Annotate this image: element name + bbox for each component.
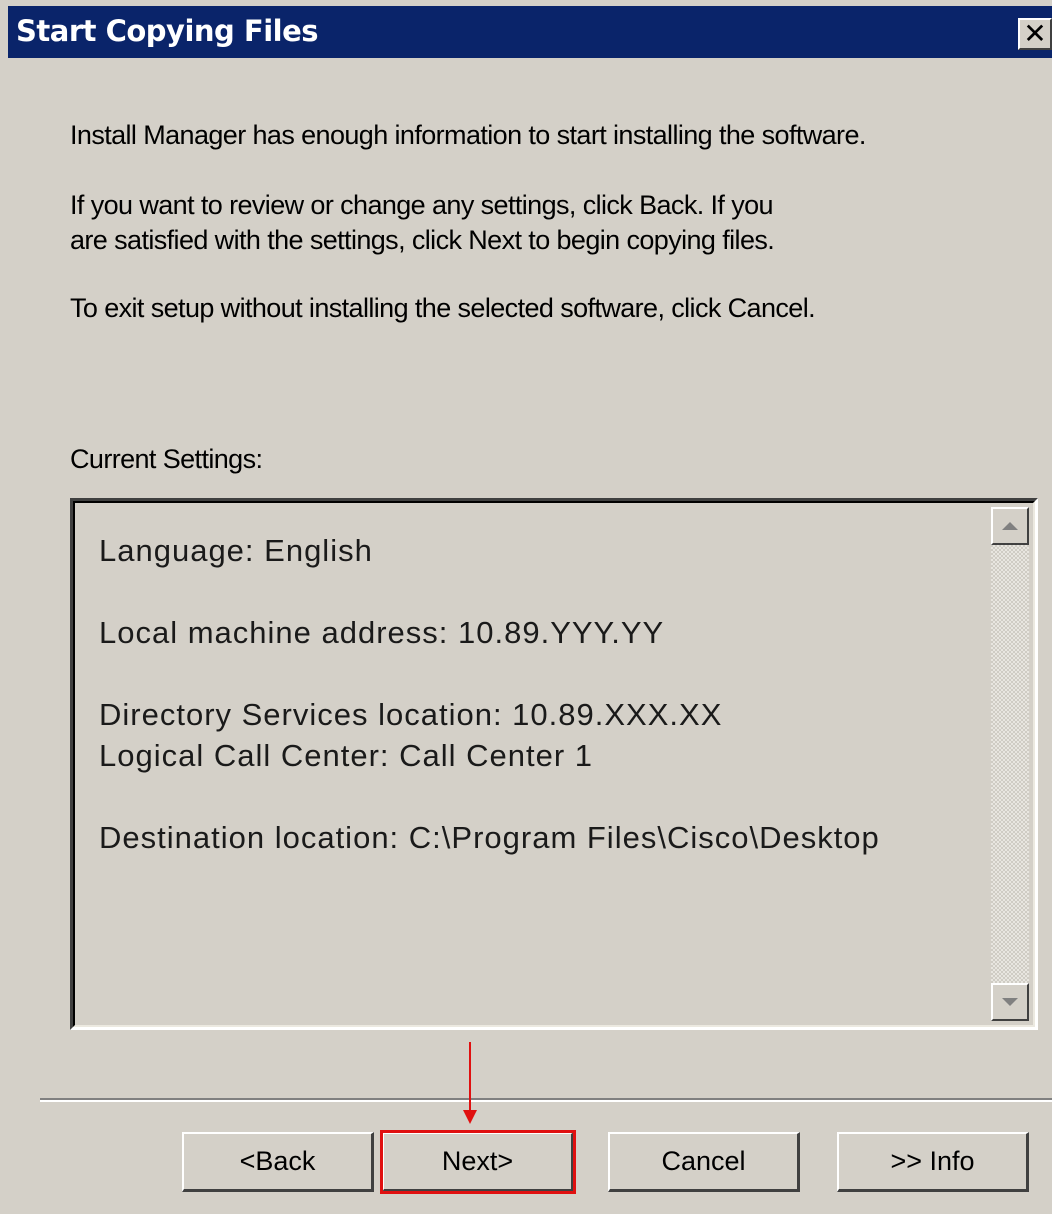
window-title: Start Copying Files [16, 14, 319, 48]
settings-textbox-inner: Language: English Local machine address:… [73, 501, 1035, 1027]
setting-local-address: Local machine address: 10.89.YYY.YY [99, 615, 665, 650]
close-button[interactable]: ✕ [1018, 18, 1052, 50]
current-settings-label: Current Settings: [70, 444, 263, 474]
setting-language: Language: English [99, 533, 373, 568]
setting-destination: Destination location: C:\Program Files\C… [99, 820, 880, 855]
setting-logical-call-center: Logical Call Center: Call Center 1 [99, 738, 594, 773]
footer-separator [40, 1098, 1052, 1102]
setting-directory-services: Directory Services location: 10.89.XXX.X… [99, 697, 723, 732]
vertical-scrollbar[interactable] [991, 507, 1029, 1021]
close-icon: ✕ [1023, 17, 1047, 50]
title-bar: Start Copying Files ✕ [8, 6, 1052, 58]
scroll-up-button[interactable] [991, 507, 1029, 545]
settings-textbox[interactable]: Language: English Local machine address:… [70, 498, 1038, 1030]
intro-line-1: Install Manager has enough information t… [70, 120, 866, 150]
back-button[interactable]: <Back [182, 1132, 374, 1192]
annotation-arrow-icon [463, 1110, 477, 1124]
intro-line-2b: are satisfied with the settings, click N… [70, 225, 775, 255]
intro-line-2a: If you want to review or change any sett… [70, 190, 774, 220]
next-button[interactable]: Next> [380, 1130, 576, 1194]
install-dialog: Start Copying Files ✕ Install Manager ha… [0, 0, 1052, 1214]
scroll-down-arrow-icon [1002, 998, 1018, 1006]
intro-line-3: To exit setup without installing the sel… [70, 293, 816, 323]
annotation-arrow-line [469, 1042, 471, 1114]
cancel-button[interactable]: Cancel [608, 1132, 800, 1192]
info-button[interactable]: >> Info [837, 1132, 1029, 1192]
scroll-up-arrow-icon [1002, 522, 1018, 530]
scroll-down-button[interactable] [991, 983, 1029, 1021]
